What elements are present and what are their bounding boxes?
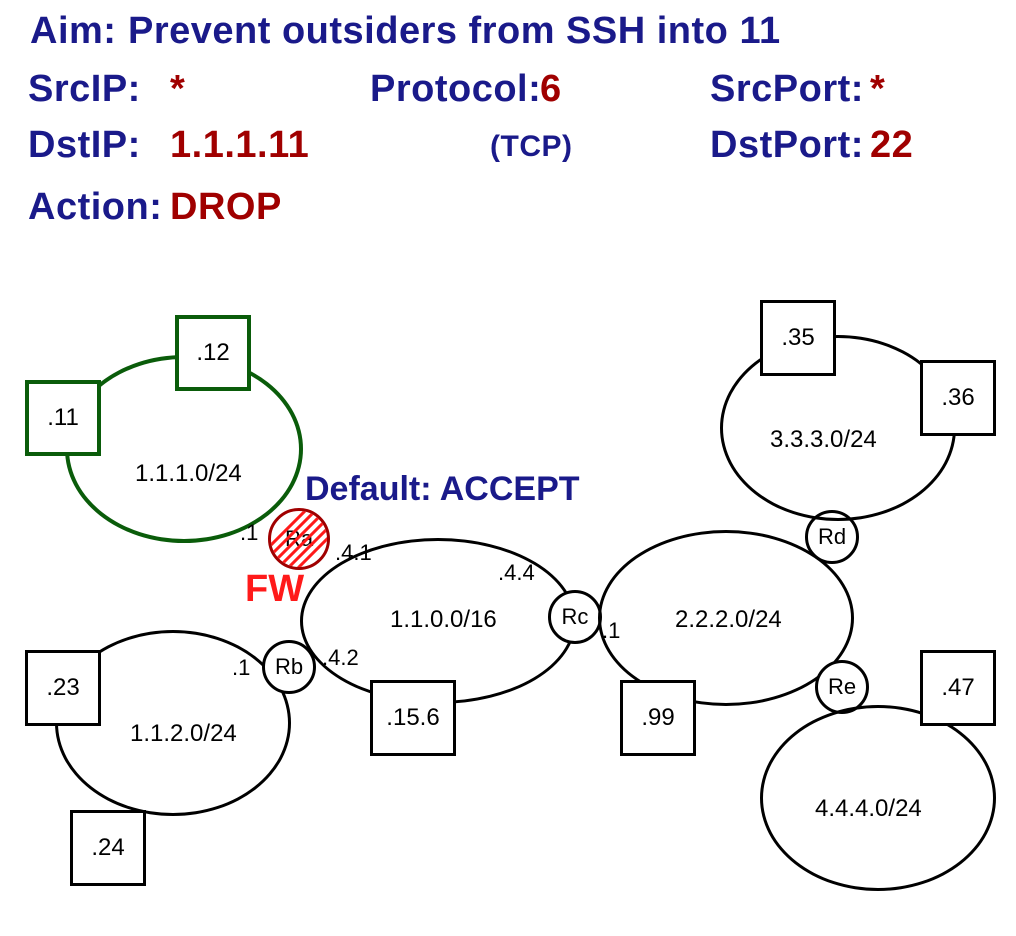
action-value: DROP [170,186,282,229]
subnet-backbone-label: 1.1.0.0/16 [390,606,497,634]
router-ra: Ra [268,508,330,570]
protocol-value: 6 [540,68,562,111]
protocol-label: Protocol: [370,68,541,111]
dstip-value: 1.1.1.11 [170,124,309,167]
host-47: .47 [920,650,996,726]
iface-ra-s1: .1 [240,520,258,546]
default-accept: Default: ACCEPT [305,470,580,509]
host-11: .11 [25,380,101,456]
srcport-label: SrcPort: [710,68,864,111]
srcport-value: * [870,68,885,111]
dstport-value: 22 [870,124,913,167]
host-12: .12 [175,315,251,391]
router-rc: Rc [548,590,602,644]
aim-label: Aim: [30,10,116,53]
dstip-label: DstIP: [28,124,141,167]
srcip-label: SrcIP: [28,68,141,111]
action-label: Action: [28,186,162,229]
dstport-label: DstPort: [710,124,864,167]
srcip-value: * [170,68,185,111]
host-99: .99 [620,680,696,756]
iface-rb-s2: .1 [232,655,250,681]
host-23: .23 [25,650,101,726]
protocol-note: (TCP) [490,130,572,164]
subnet-3-3-3-label: 3.3.3.0/24 [770,426,877,454]
host-35: .35 [760,300,836,376]
aim-value: Prevent outsiders from SSH into 11 [128,10,781,53]
subnet-1-1-1-label: 1.1.1.0/24 [135,460,242,488]
host-36: .36 [920,360,996,436]
subnet-4-4-4-label: 4.4.4.0/24 [815,795,922,823]
host-24: .24 [70,810,146,886]
iface-rc-bb: .4.4 [498,560,535,586]
fw-annotation: FW [245,568,304,611]
subnet-2-2-2-label: 2.2.2.0/24 [675,606,782,634]
subnet-1-1-2-label: 1.1.2.0/24 [130,720,237,748]
host-15-6: .15.6 [370,680,456,756]
